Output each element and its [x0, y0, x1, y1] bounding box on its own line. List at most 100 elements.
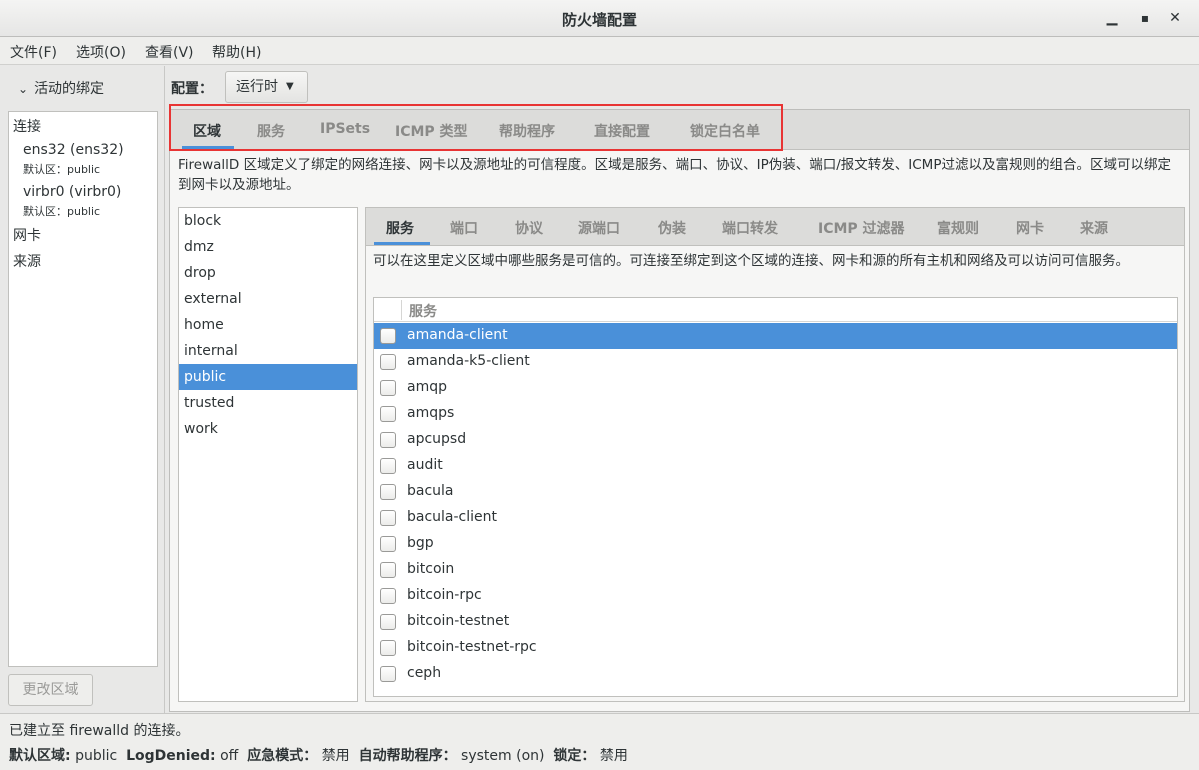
menu-bar: 文件(F) 选项(O) 查看(V) 帮助(H)	[0, 37, 1199, 65]
main-panel: 区域 服务 IPSets ICMP 类型 帮助程序 直接配置 锁定白名单 Fir…	[169, 109, 1190, 712]
service-name: amanda-k5-client	[407, 353, 530, 369]
service-checkbox[interactable]	[380, 536, 396, 552]
zone-item[interactable]: internal	[179, 338, 357, 364]
connection-status: 已建立至 firewalld 的连接。	[9, 723, 190, 739]
service-checkbox[interactable]	[380, 380, 396, 396]
default-zone-value: public	[75, 748, 118, 764]
service-name: ceph	[407, 665, 442, 681]
service-name: bacula	[407, 483, 454, 499]
zone-tab-masquerade[interactable]: 伪装	[658, 218, 686, 238]
service-checkbox[interactable]	[380, 614, 396, 630]
service-row[interactable]: apcupsd	[374, 427, 1177, 453]
bindings-header: 活动的绑定	[34, 81, 105, 97]
zone-tab-services[interactable]: 服务	[386, 218, 414, 238]
service-name: bitcoin-testnet-rpc	[407, 639, 537, 655]
services-description: 可以在这里定义区域中哪些服务是可信的。可连接至绑定到这个区域的连接、网卡和源的所…	[373, 253, 1129, 269]
services-table-header: 服务	[374, 298, 1177, 322]
service-name: bacula-client	[407, 509, 498, 525]
service-name: amqps	[407, 405, 455, 421]
window-title: 防火墙配置	[561, 11, 637, 29]
zone-detail-panel: 服务 端口 协议 源端口 伪装 端口转发 ICMP 过滤器 富规则 网卡 来源 …	[365, 207, 1185, 702]
bindings-list: 连接 ens32 (ens32) 默认区：public virbr0 (virb…	[8, 111, 158, 667]
binding-connection-virbr0[interactable]: virbr0 (virbr0)	[23, 184, 121, 200]
status-bar: 已建立至 firewalld 的连接。 默认区域: public LogDeni…	[0, 713, 1199, 770]
log-denied-value: off	[220, 748, 239, 764]
service-name: bitcoin	[407, 561, 455, 577]
zone-tab-sources[interactable]: 来源	[1080, 218, 1108, 238]
menu-help[interactable]: 帮助(H)	[212, 42, 261, 62]
services-column-header[interactable]: 服务	[409, 301, 437, 321]
zone-item[interactable]: work	[179, 416, 357, 442]
log-denied-label: LogDenied:	[126, 748, 216, 764]
service-checkbox[interactable]	[380, 510, 396, 526]
service-row[interactable]: bacula	[374, 479, 1177, 505]
service-name: apcupsd	[407, 431, 467, 447]
service-row[interactable]: bitcoin	[374, 557, 1177, 583]
bindings-interfaces-label[interactable]: 网卡	[13, 225, 41, 245]
caret-down-icon: ▼	[286, 81, 294, 92]
bindings-toggle[interactable]: ⌄ 活动的绑定	[18, 78, 104, 98]
bindings-connections-label[interactable]: 连接	[13, 116, 41, 136]
service-row[interactable]: amanda-k5-client	[374, 349, 1177, 375]
zone-tab-rich-rules[interactable]: 富规则	[937, 218, 979, 238]
bindings-pane: ⌄ 活动的绑定 连接 ens32 (ens32) 默认区：public virbr…	[0, 66, 165, 713]
zone-tab-source-ports[interactable]: 源端口	[578, 218, 620, 238]
zone-item[interactable]: drop	[179, 260, 357, 286]
service-checkbox[interactable]	[380, 562, 396, 578]
title-bar: 防火墙配置 ▁ ▪ ✕	[0, 0, 1199, 37]
service-name: audit	[407, 457, 443, 473]
zone-tab-port-forward[interactable]: 端口转发	[722, 218, 778, 238]
close-button[interactable]: ✕	[1164, 8, 1186, 28]
service-checkbox[interactable]	[380, 432, 396, 448]
maximize-button[interactable]: ▪	[1134, 8, 1156, 28]
zone-tab-protocols[interactable]: 协议	[515, 218, 543, 238]
service-checkbox[interactable]	[380, 458, 396, 474]
zone-item[interactable]: trusted	[179, 390, 357, 416]
change-zone-button[interactable]: 更改区域	[8, 674, 93, 706]
service-row[interactable]: ceph	[374, 661, 1177, 687]
service-row[interactable]: bitcoin-testnet	[374, 609, 1177, 635]
service-row[interactable]: bacula-client	[374, 505, 1177, 531]
service-row[interactable]: bgp	[374, 531, 1177, 557]
binding-connection-ens32[interactable]: ens32 (ens32)	[23, 142, 124, 158]
service-checkbox[interactable]	[380, 666, 396, 682]
service-checkbox[interactable]	[380, 406, 396, 422]
service-row-selected[interactable]: amanda-client	[374, 323, 1177, 349]
service-row[interactable]: audit	[374, 453, 1177, 479]
service-name: amanda-client	[407, 327, 508, 343]
menu-options[interactable]: 选项(O)	[76, 42, 126, 62]
zone-tab-ports[interactable]: 端口	[450, 218, 478, 238]
zones-description: FirewallD 区域定义了绑定的网络连接、网卡以及源地址的可信程度。区域是服…	[178, 157, 1171, 193]
zone-item[interactable]: external	[179, 286, 357, 312]
auto-helpers-label: 自动帮助程序：	[358, 748, 457, 764]
zone-item[interactable]: block	[179, 208, 357, 234]
service-row[interactable]: amqp	[374, 375, 1177, 401]
service-name: bgp	[407, 535, 434, 551]
service-checkbox[interactable]	[380, 484, 396, 500]
zone-item[interactable]: dmz	[179, 234, 357, 260]
service-row[interactable]: bitcoin-testnet-rpc	[374, 635, 1177, 661]
menu-file[interactable]: 文件(F)	[10, 42, 57, 62]
panic-mode-value: 禁用	[321, 748, 350, 764]
zone-tab-icmp-filter[interactable]: ICMP 过滤器	[818, 218, 905, 238]
service-row[interactable]: amqps	[374, 401, 1177, 427]
active-zone-tab-indicator	[374, 242, 430, 245]
panic-mode-label: 应急模式：	[247, 748, 318, 764]
service-checkbox[interactable]	[380, 588, 396, 604]
service-checkbox[interactable]	[380, 354, 396, 370]
zone-item[interactable]: home	[179, 312, 357, 338]
menu-view[interactable]: 查看(V)	[145, 42, 194, 62]
minimize-button[interactable]: ▁	[1101, 8, 1123, 28]
service-row[interactable]: bitcoin-rpc	[374, 583, 1177, 609]
zone-tab-interfaces[interactable]: 网卡	[1016, 218, 1044, 238]
tabs-highlight-box	[169, 104, 783, 151]
lockdown-label: 锁定：	[553, 748, 596, 764]
auto-helpers-value: system (on)	[461, 748, 545, 764]
bindings-sources-label[interactable]: 来源	[13, 251, 41, 271]
service-name: bitcoin-testnet	[407, 613, 510, 629]
zone-item-selected[interactable]: public	[179, 364, 357, 390]
service-checkbox[interactable]	[380, 328, 396, 344]
service-checkbox[interactable]	[380, 640, 396, 656]
config-dropdown[interactable]: 运行时 ▼	[225, 71, 308, 103]
binding-connection-virbr0-zone: 默认区：public	[23, 205, 101, 218]
